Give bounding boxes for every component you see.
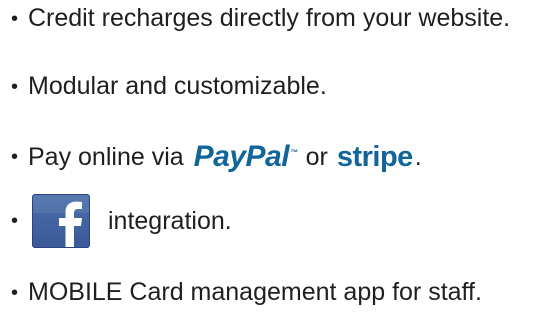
feature-text: Pay online via: [28, 142, 184, 171]
feature-text: MOBILE Card management app for staff.: [28, 278, 482, 306]
feature-text-or: or: [305, 142, 328, 171]
bullet: •: [11, 7, 19, 30]
feature-item-pay-online: • Pay online via PayPal™ or stripe .: [11, 142, 422, 172]
facebook-logo-icon: [32, 194, 90, 248]
bullet: •: [11, 146, 19, 168]
bullet: •: [11, 75, 19, 98]
bullet: •: [11, 210, 19, 232]
feature-text-period: .: [414, 142, 422, 171]
feature-item-facebook: • integration.: [11, 194, 232, 248]
feature-item-modular: • Modular and customizable.: [11, 74, 327, 99]
feature-item-credit-recharges: • Credit recharges directly from your we…: [11, 6, 510, 31]
feature-item-mobile-app: • MOBILE Card management app for staff.: [11, 280, 482, 305]
stripe-logo: stripe: [336, 140, 413, 173]
bullet: •: [11, 281, 19, 304]
feature-text: Credit recharges directly from your webs…: [28, 4, 511, 32]
paypal-logo: PayPal™: [193, 140, 298, 173]
feature-text: integration.: [108, 206, 232, 235]
feature-text: Modular and customizable.: [28, 72, 327, 100]
